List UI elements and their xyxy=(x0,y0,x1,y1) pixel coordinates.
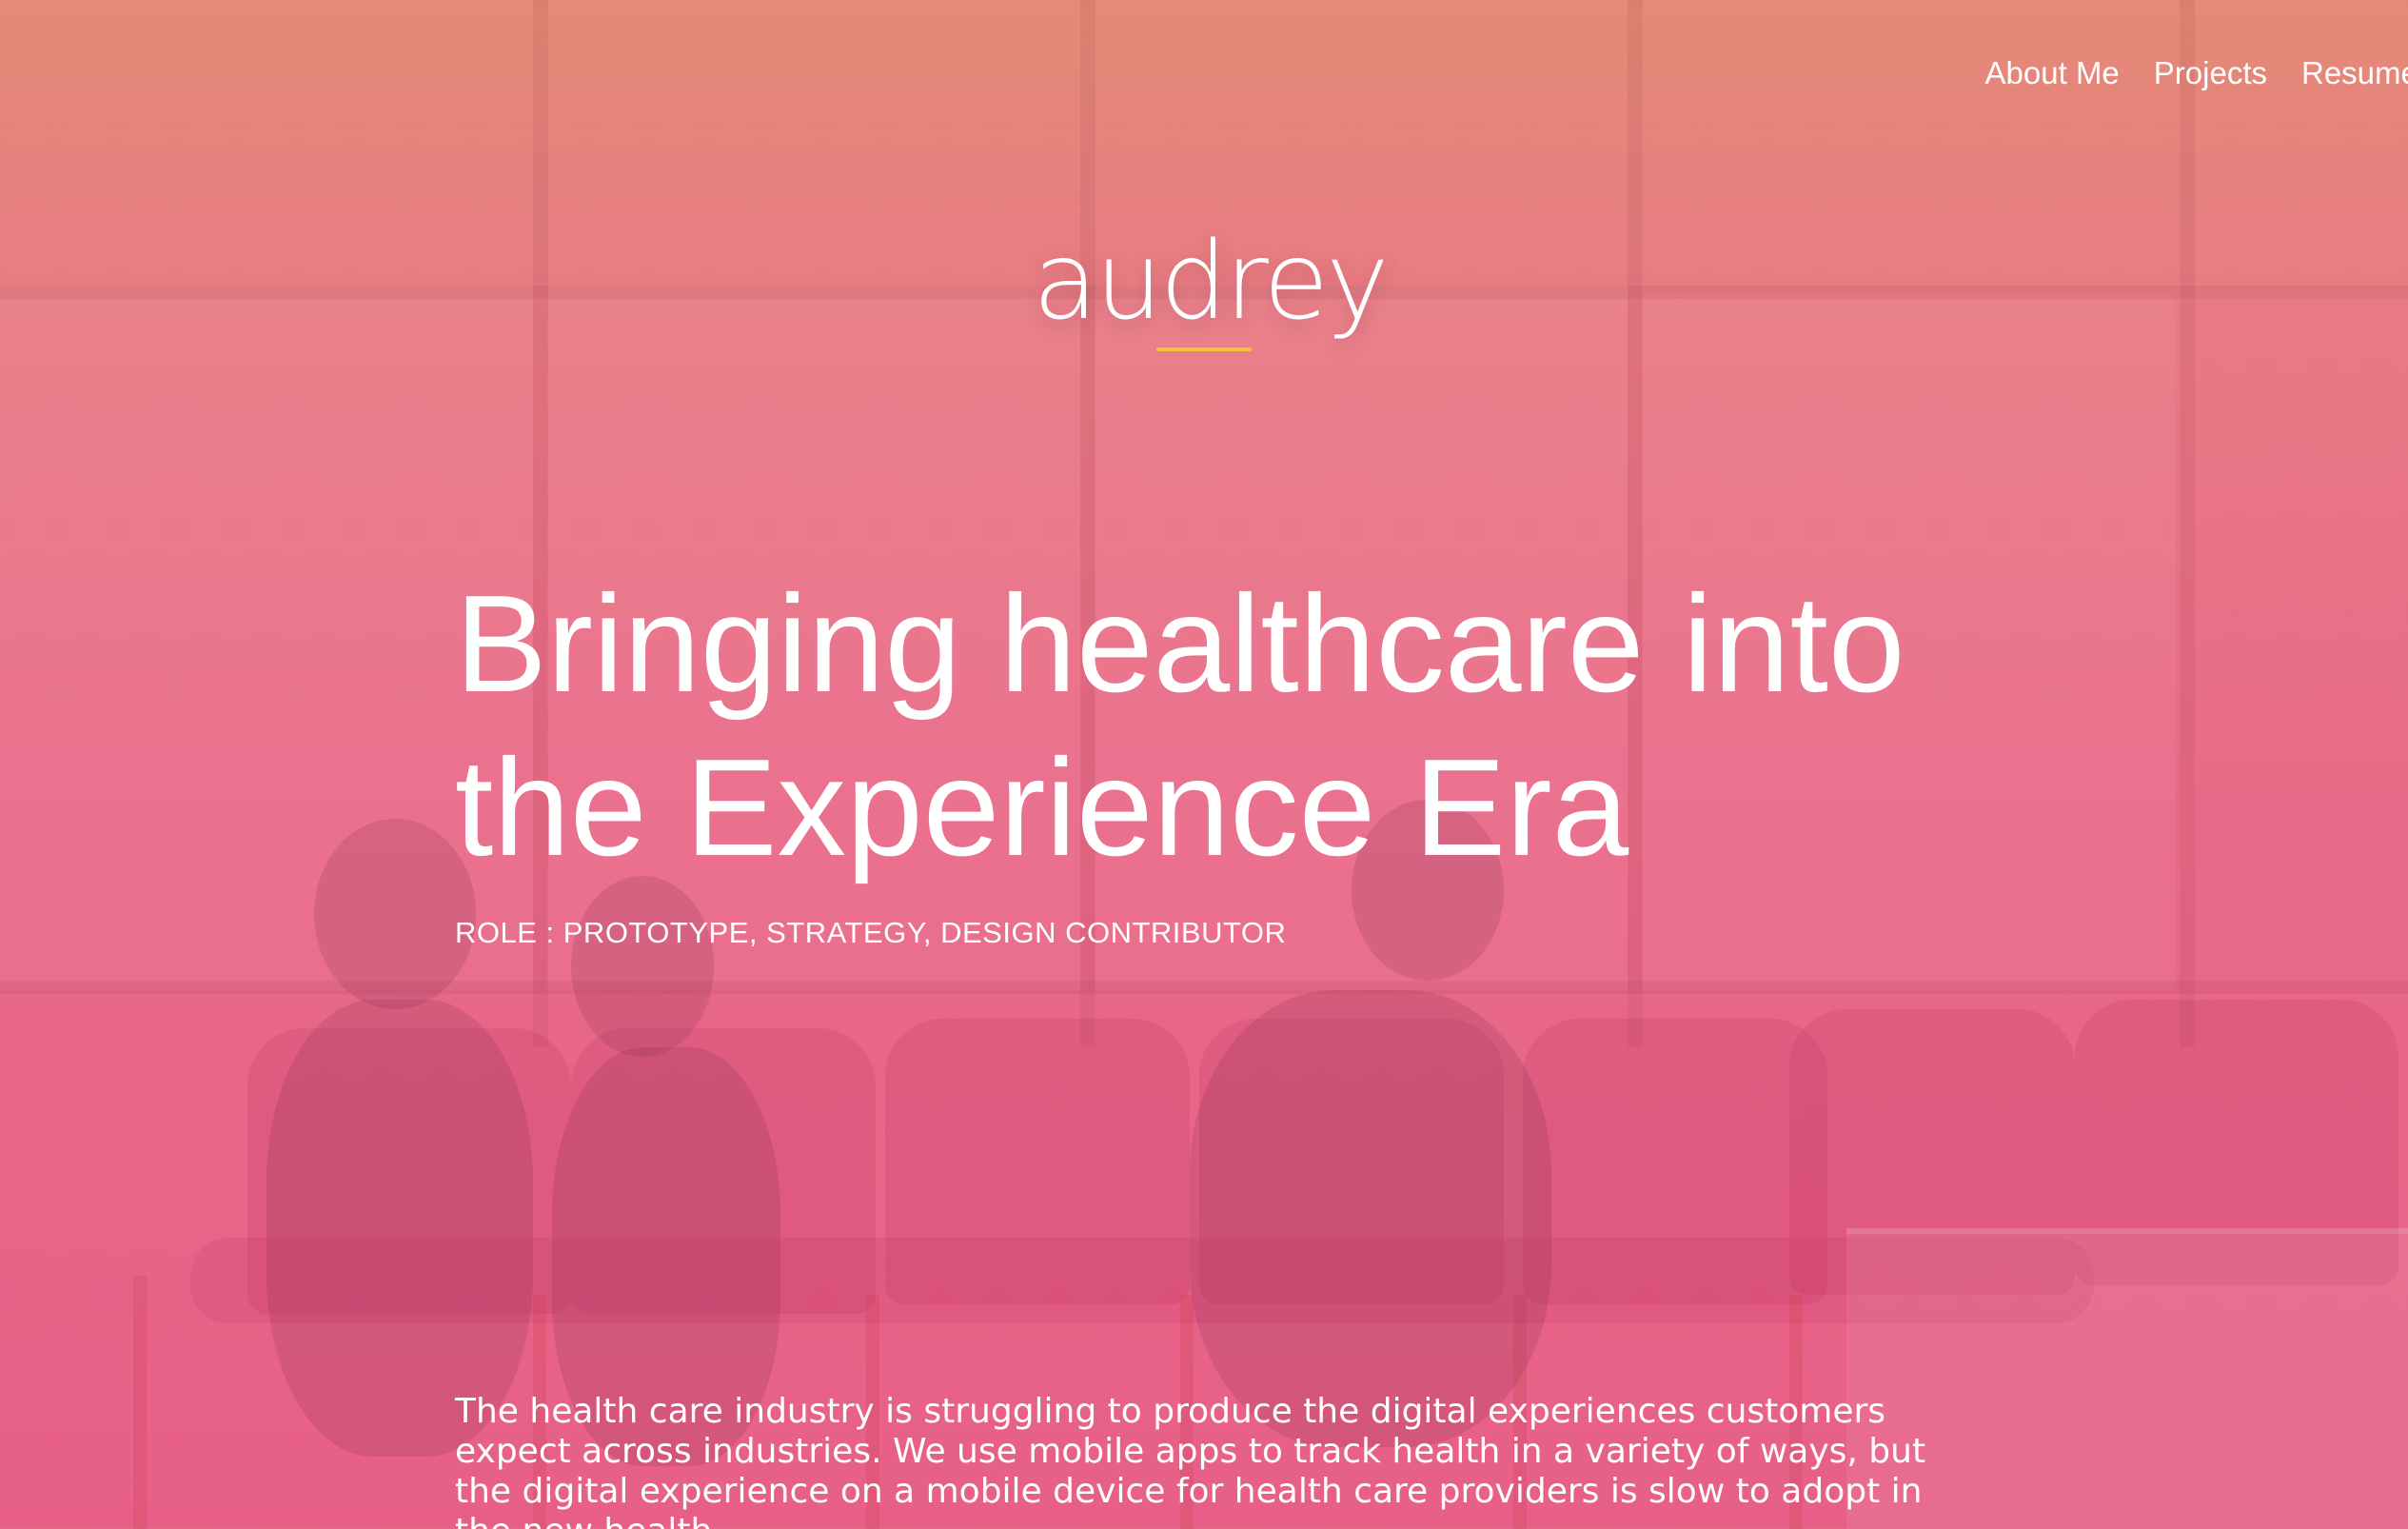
logo-underline xyxy=(1156,348,1252,351)
nav-link-projects[interactable]: Projects xyxy=(2154,55,2267,91)
hero-title-line-1: Bringing healthcare into xyxy=(455,566,1905,721)
intro-paragraph: The health care industry is struggling t… xyxy=(455,1392,1926,1529)
hero-title-line-2: the Experience Era xyxy=(455,730,1629,884)
project-role: ROLE : PROTOTYPE, STRATEGY, DESIGN CONTR… xyxy=(455,916,1287,949)
nav-link-resume[interactable]: Resume xyxy=(2301,55,2408,90)
top-navigation: About Me Projects Resume xyxy=(1985,55,2408,91)
site-logo[interactable]: audrey xyxy=(1033,228,1389,335)
hero-title: Bringing healthcare into the Experience … xyxy=(455,562,1978,889)
nav-link-about-me[interactable]: About Me xyxy=(1985,55,2120,91)
